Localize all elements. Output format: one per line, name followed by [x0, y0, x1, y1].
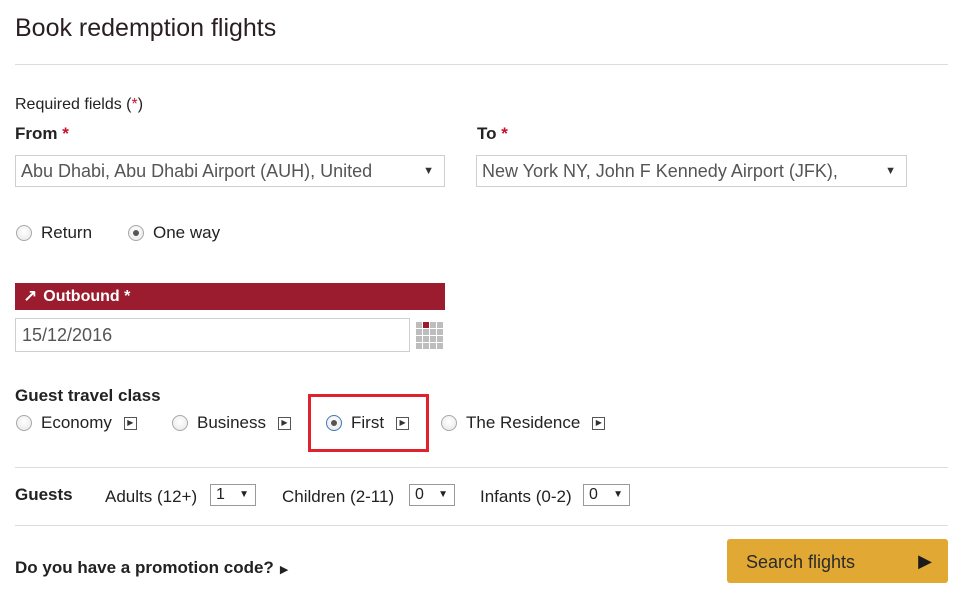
radio-residence[interactable] — [441, 415, 457, 431]
from-required-star: * — [62, 124, 69, 143]
children-select[interactable]: 0 ▼ — [409, 484, 455, 506]
info-play-icon[interactable]: ▶ — [592, 416, 606, 430]
infants-label: Infants (0-2) — [480, 487, 572, 506]
to-select[interactable]: New York NY, John F Kennedy Airport (JFK… — [476, 155, 907, 187]
guests-heading: Guests — [15, 485, 73, 504]
calendar-cell — [423, 343, 429, 349]
trip-return-option[interactable]: Return — [16, 223, 92, 243]
travel-class-heading: Guest travel class — [15, 386, 161, 405]
calendar-cell — [416, 322, 422, 328]
from-select[interactable]: Abu Dhabi, Abu Dhabi Airport (AUH), Unit… — [15, 155, 445, 187]
class-business-label: Business — [197, 413, 266, 432]
play-icon: ▶ — [918, 551, 932, 571]
calendar-cell — [416, 329, 422, 335]
adults-select[interactable]: 1 ▼ — [210, 484, 256, 506]
divider — [15, 525, 948, 526]
class-business-option[interactable]: Business ▶ — [172, 413, 291, 433]
calendar-cell — [430, 343, 436, 349]
calendar-cell-highlight — [423, 322, 429, 328]
calendar-icon[interactable] — [416, 322, 444, 350]
calendar-cell — [437, 343, 443, 349]
class-residence-option[interactable]: The Residence ▶ — [441, 413, 606, 433]
to-select-value: New York NY, John F Kennedy Airport (JFK… — [482, 161, 838, 181]
highlight-box — [308, 394, 429, 452]
search-flights-label: Search flights — [746, 552, 856, 572]
search-flights-button[interactable]: Search flights ▶ — [727, 539, 948, 583]
calendar-cell — [437, 329, 443, 335]
trip-one-way-label: One way — [153, 223, 221, 242]
radio-economy[interactable] — [16, 415, 32, 431]
outbound-label: Outbound * — [43, 287, 131, 305]
caret-down-icon: ▼ — [438, 489, 448, 500]
to-label: To * — [477, 124, 508, 144]
caret-down-icon: ▼ — [613, 489, 623, 500]
radio-one-way[interactable] — [128, 225, 144, 241]
required-note: Required fields (*) — [15, 96, 143, 114]
calendar-cell — [437, 322, 443, 328]
class-residence-label: The Residence — [466, 413, 581, 432]
to-label-text: To — [477, 124, 497, 143]
guests-row: Guests Adults (12+) 1 ▼ Children (2-11) … — [0, 484, 964, 510]
outbound-date-input[interactable]: 15/12/2016 — [15, 318, 410, 352]
required-note-close: ) — [137, 96, 144, 113]
to-required-star: * — [501, 124, 508, 143]
from-select-value: Abu Dhabi, Abu Dhabi Airport (AUH), Unit… — [21, 161, 373, 181]
outbound-header: ↗ Outbound * — [15, 283, 445, 310]
required-note-text: Required fields ( — [15, 96, 132, 113]
caret-down-icon: ▼ — [885, 165, 896, 177]
divider — [15, 467, 948, 468]
calendar-cell — [437, 336, 443, 342]
from-label: From * — [15, 124, 69, 144]
page-title: Book redemption flights — [15, 14, 277, 42]
calendar-cell — [430, 322, 436, 328]
caret-down-icon: ▼ — [423, 165, 434, 177]
calendar-cell — [416, 343, 422, 349]
radio-business[interactable] — [172, 415, 188, 431]
trip-one-way-option[interactable]: One way — [128, 223, 220, 243]
children-label: Children (2-11) — [282, 487, 395, 506]
adults-value: 1 — [216, 486, 225, 503]
class-economy-option[interactable]: Economy ▶ — [16, 413, 137, 433]
info-play-icon[interactable]: ▶ — [123, 416, 137, 430]
calendar-cell — [423, 336, 429, 342]
info-play-icon[interactable]: ▶ — [277, 416, 291, 430]
promo-code-label: Do you have a promotion code? — [15, 558, 274, 577]
play-small-icon: ▶ — [279, 564, 289, 576]
arrow-up-right-icon: ↗ — [23, 286, 38, 306]
calendar-cell — [423, 329, 429, 335]
infants-select[interactable]: 0 ▼ — [583, 484, 630, 506]
class-economy-label: Economy — [41, 413, 112, 432]
calendar-cell — [430, 329, 436, 335]
radio-return[interactable] — [16, 225, 32, 241]
trip-return-label: Return — [41, 223, 93, 242]
adults-label: Adults (12+) — [105, 487, 198, 506]
children-value: 0 — [415, 486, 424, 503]
divider — [15, 64, 948, 65]
promo-code-link[interactable]: Do you have a promotion code? ▶ — [15, 558, 288, 578]
caret-down-icon: ▼ — [239, 489, 249, 500]
calendar-cell — [416, 336, 422, 342]
from-label-text: From — [15, 124, 58, 143]
calendar-cell — [430, 336, 436, 342]
infants-value: 0 — [589, 486, 598, 503]
